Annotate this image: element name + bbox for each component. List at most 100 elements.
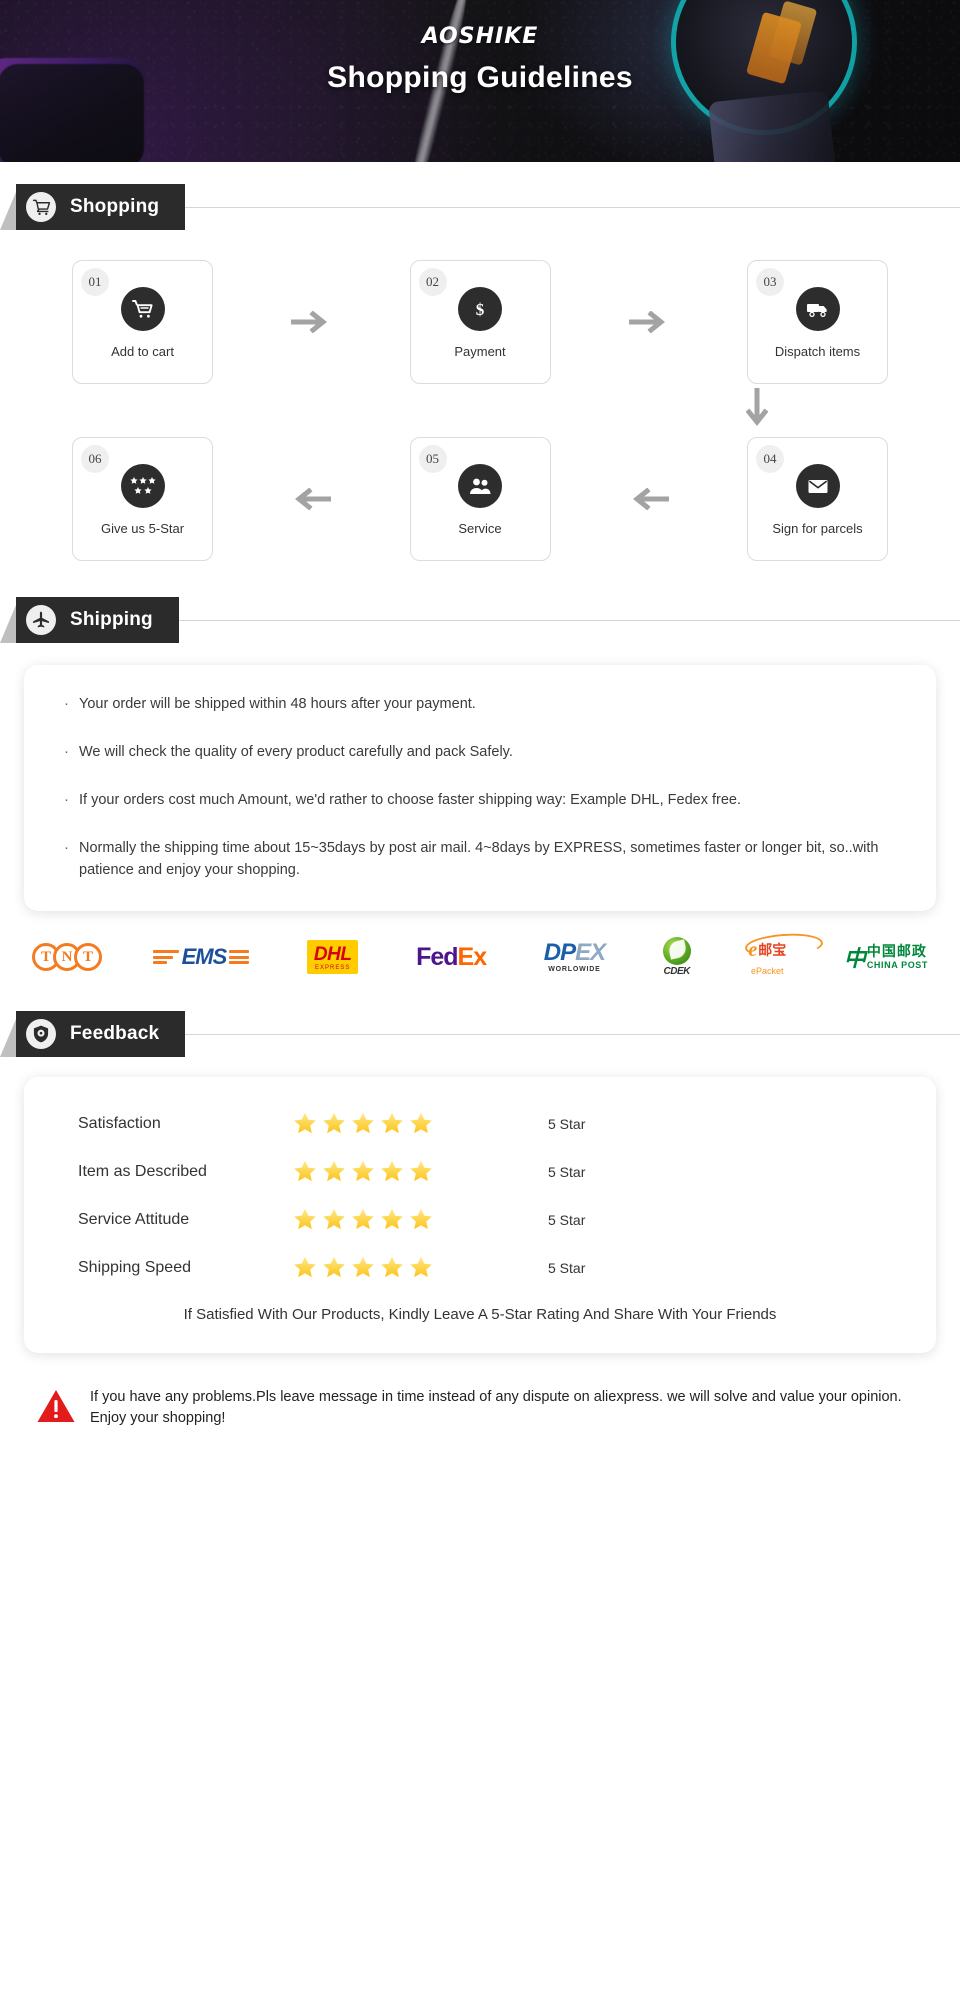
people-icon [458, 464, 502, 508]
star-icon [294, 1208, 316, 1230]
steps-row-1: 01 Add to cart 02 $ Payment 03 Dispatch … [72, 260, 888, 384]
page-title: Shopping Guidelines [327, 61, 633, 94]
dpex-wordmark-part1: DP [543, 939, 576, 966]
fedex-wordmark-part2: Ex [457, 942, 488, 971]
shipping-note-text: If your orders cost much Amount, we'd ra… [79, 792, 742, 808]
star-icon [352, 1208, 374, 1230]
bullet-icon: · [64, 743, 69, 760]
step-number: 05 [418, 445, 447, 473]
ems-wordmark: EMS [181, 944, 228, 969]
shipping-note-text: Your order will be shipped within 48 hou… [79, 696, 476, 712]
dhl-subtext: EXPRESS [315, 965, 351, 971]
shipping-note-item: · Normally the shipping time about 15~35… [64, 837, 896, 881]
bullet-icon: · [64, 839, 69, 856]
step-card-payment[interactable]: 02 $ Payment [409, 260, 551, 384]
feedback-criterion-label: Shipping Speed [78, 1259, 191, 1276]
envelope-icon [795, 464, 840, 508]
epacket-subtext: ePacket [750, 965, 784, 976]
shipping-note-item: · We will check the quality of every pro… [64, 741, 896, 763]
shield-icon [26, 1019, 56, 1049]
section-title-shipping: Shipping [70, 609, 153, 630]
bullet-icon: · [64, 695, 69, 712]
step-label: Payment [454, 344, 506, 359]
carrier-logo-dpex: DPEX WORLOWIDE [543, 939, 606, 974]
dollar-icon: $ [458, 287, 502, 331]
star-icon [352, 1160, 374, 1182]
dpex-wordmark-part2: EX [575, 939, 606, 966]
tnt-letter: T [74, 943, 102, 971]
footer-warning: If you have any problems.Pls leave messa… [0, 1353, 960, 1429]
section-title-feedback: Feedback [70, 1023, 160, 1044]
arrow-right-icon [628, 311, 669, 333]
airplane-icon [26, 605, 56, 635]
star-icon [410, 1160, 432, 1182]
feedback-row: Satisfaction 5 Star [52, 1111, 908, 1137]
step-label: Give us 5-Star [100, 521, 185, 536]
feedback-criterion-label: Service Attitude [78, 1211, 190, 1228]
star-icon [323, 1208, 345, 1230]
section-title-shopping: Shopping [70, 196, 160, 217]
star-rating [292, 1159, 522, 1185]
star-icon [410, 1256, 432, 1278]
step-label: Dispatch items [774, 344, 861, 359]
feedback-value: 5 Star [548, 1116, 586, 1132]
arrow-left-icon [629, 488, 669, 510]
step-number: 01 [81, 268, 109, 296]
china-post-chinese-text: 中国邮政 [866, 943, 927, 960]
feedback-value: 5 Star [548, 1260, 586, 1276]
step-card-sign-for-parcels[interactable]: 04 Sign for parcels [747, 437, 888, 561]
section-banner-feedback: Feedback [16, 1011, 186, 1057]
star-icon [323, 1256, 345, 1278]
step-card-add-to-cart[interactable]: 01 Add to cart [72, 260, 213, 384]
ems-speed-lines [152, 950, 179, 964]
banner-fold-decoration [0, 605, 16, 643]
section-banner-shipping: Shipping [16, 597, 179, 643]
star-icon [323, 1160, 345, 1182]
step-card-give-us-5-star[interactable]: 06 Give us 5-Star [72, 437, 213, 561]
carrier-logo-fedex: Fed Ex [416, 942, 488, 972]
star-icon [410, 1112, 432, 1134]
star-icon [323, 1112, 345, 1134]
svg-text:$: $ [476, 300, 485, 319]
carrier-logo-epacket: e 邮宝 ePacket [748, 939, 786, 976]
dhl-wordmark: DHL [313, 944, 352, 965]
epacket-e-mark: e [748, 938, 758, 961]
brand-logo: AOSHIKE [421, 24, 539, 49]
feedback-wrap: Satisfaction 5 Star Item as Described 5 … [0, 1057, 960, 1353]
section-header-shopping: Shopping [0, 184, 960, 230]
shipping-notes-wrap: · Your order will be shipped within 48 h… [0, 643, 960, 911]
step-card-dispatch-items[interactable]: 03 Dispatch items [747, 260, 888, 384]
cdek-globe-icon [662, 937, 691, 965]
section-rule [178, 619, 960, 621]
feedback-card: Satisfaction 5 Star Item as Described 5 … [24, 1077, 936, 1353]
star-icon [381, 1208, 403, 1230]
section-header-feedback: Feedback [0, 1011, 960, 1057]
feedback-row: Item as Described 5 Star [52, 1159, 908, 1185]
hero-charger-barrel [708, 90, 840, 162]
section-banner-shopping: Shopping [16, 184, 186, 230]
carrier-logo-tnt: T N T [32, 943, 102, 971]
step-number: 03 [756, 268, 784, 296]
china-post-emblem-icon: 中 [843, 946, 866, 971]
shopping-cart-icon [26, 192, 56, 222]
feedback-criterion-label: Satisfaction [78, 1115, 161, 1132]
dpex-subtext: WORLOWIDE [548, 966, 601, 973]
step-label: Sign for parcels [772, 521, 863, 536]
shipping-note-item: · If your orders cost much Amount, we'd … [64, 789, 896, 811]
feedback-value: 5 Star [548, 1212, 586, 1228]
step-number: 04 [756, 445, 784, 473]
feedback-criterion-label: Item as Described [78, 1163, 207, 1180]
star-icon [352, 1256, 374, 1278]
arrow-down-wrap [72, 384, 888, 435]
step-number: 02 [418, 268, 447, 296]
section-header-shipping: Shipping [0, 597, 960, 643]
shipping-note-text: We will check the quality of every produ… [79, 744, 513, 760]
steps-row-2: 06 Give us 5-Star 05 Service 04 Sign for… [72, 437, 888, 561]
fedex-wordmark-part1: Fed [416, 942, 458, 971]
shipping-notes-card: · Your order will be shipped within 48 h… [24, 665, 936, 911]
banner-fold-decoration [0, 1019, 16, 1057]
carrier-logo-cdek: CDEK [662, 937, 691, 977]
star-icon [352, 1112, 374, 1134]
step-card-service[interactable]: 05 Service [409, 437, 551, 561]
hero-banner: AOSHIKE Shopping Guidelines [0, 0, 960, 162]
